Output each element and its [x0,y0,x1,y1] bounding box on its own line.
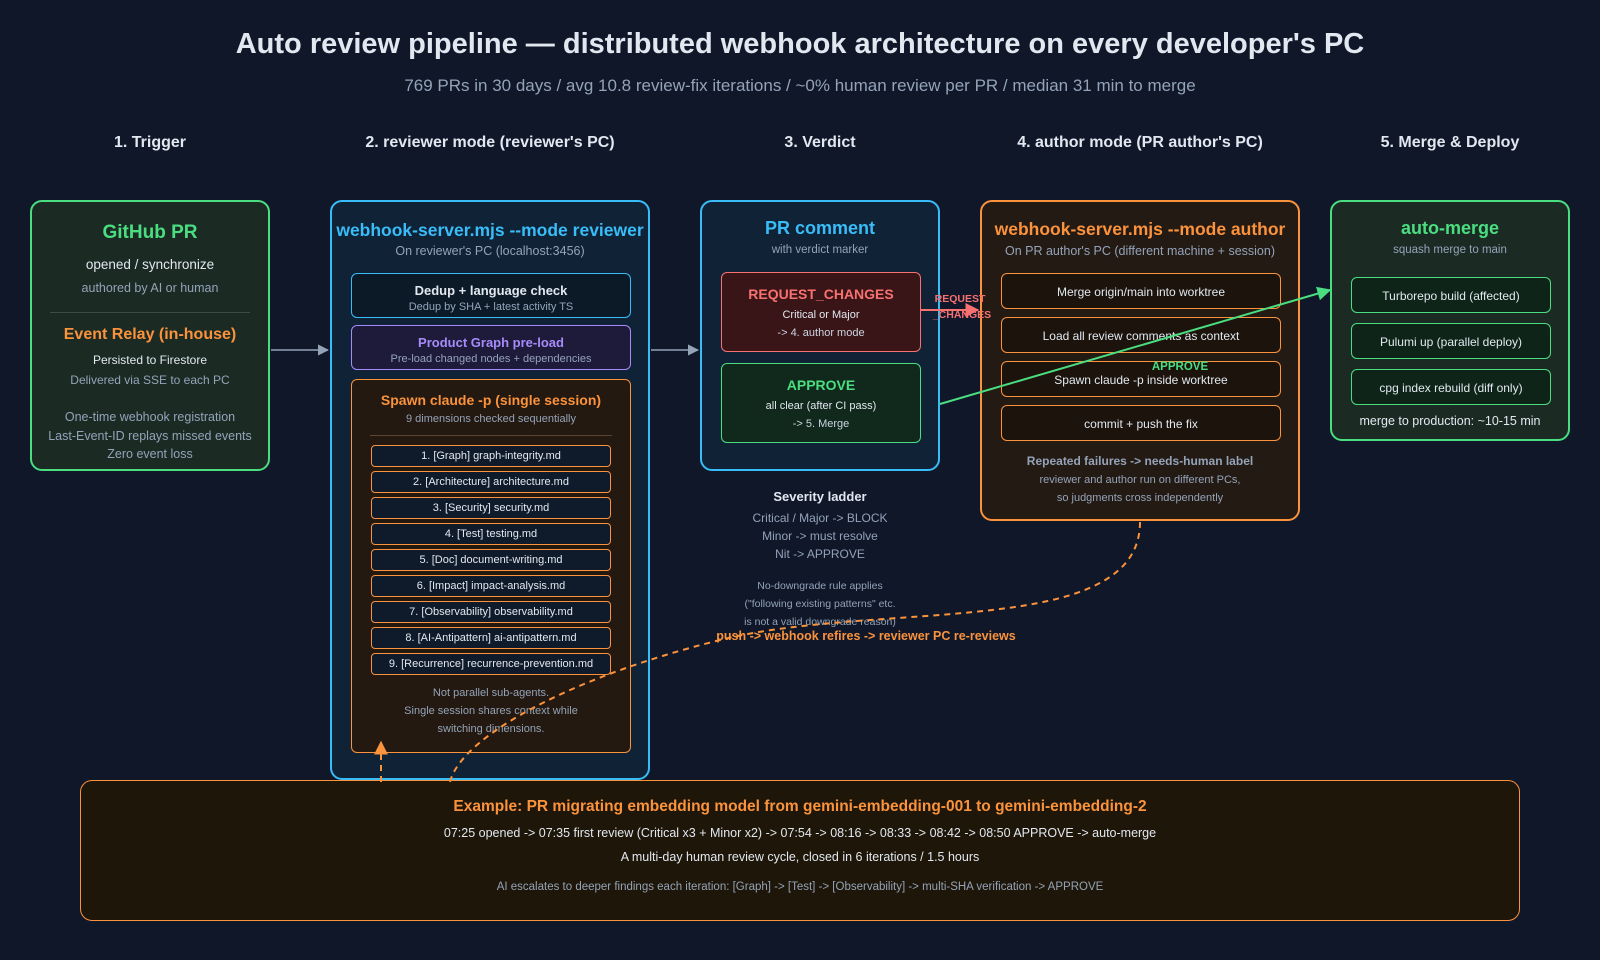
edge-label-approve: APPROVE [1152,361,1209,373]
edge-label-request-changes: _CHANGES [932,309,991,321]
arrow-author-push-refire [449,521,1141,783]
arrow-approve-to-merge [939,286,1332,405]
edge-label-request-changes: REQUEST [935,293,986,305]
connector-overlay: REQUEST _CHANGES APPROVE push -> webhook… [271,286,1332,783]
edge-label-refire: push -> webhook refires -> reviewer PC r… [716,629,1015,643]
